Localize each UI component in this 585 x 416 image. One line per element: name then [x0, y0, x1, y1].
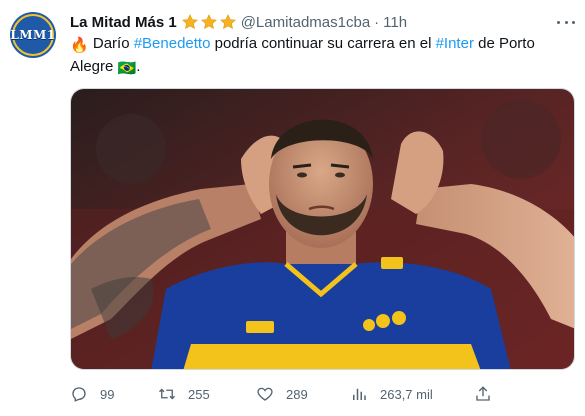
tweet-text-segment: de Porto [473, 35, 535, 52]
tweet-text-line-2: Alegre 🇧🇷. [70, 56, 570, 79]
reply-icon [72, 387, 86, 402]
tweet-actions: 99 255 289 263,7 mil [70, 384, 575, 404]
stars-badge [181, 13, 237, 31]
like-count: 289 [286, 386, 308, 402]
tweet-text-segment: . [136, 58, 141, 75]
heart-icon [257, 387, 273, 401]
fire-emoji: 🔥 [70, 37, 89, 54]
share-icon [476, 386, 490, 401]
hashtag-benedetto[interactable]: #Benedetto [134, 35, 211, 52]
reply-button[interactable]: 99 [70, 384, 114, 404]
separator-dot: · [374, 13, 380, 31]
tweet-header: La Mitad Más 1 @Lamitadmas1cba · 11h [70, 12, 407, 32]
retweet-count: 255 [188, 386, 210, 402]
tweet-text-segment: podría continuar su carrera en el [210, 35, 436, 52]
brazil-flag-emoji: 🇧🇷 [117, 60, 137, 77]
tweet-text-line-1: 🔥 Darío #Benedetto podría continuar su c… [70, 33, 570, 56]
hashtag-inter[interactable]: #Inter [436, 35, 474, 52]
star-icon [181, 14, 198, 30]
user-handle[interactable]: @Lamitadmas1cba [241, 14, 370, 31]
views-button[interactable]: 263,7 mil [350, 384, 433, 404]
retweet-button[interactable]: 255 [158, 384, 210, 404]
star-icon [219, 14, 236, 30]
views-icon [353, 388, 366, 400]
avatar-logo-text: LMM1 [10, 28, 56, 42]
more-icon[interactable] [554, 14, 578, 30]
like-button[interactable]: 289 [256, 384, 308, 404]
tweet-text-segment: Alegre [70, 58, 118, 75]
view-count: 263,7 mil [380, 386, 433, 402]
photo-illustration [71, 89, 574, 369]
tweet-card[interactable]: LMM1 La Mitad Más 1 @Lamitadmas1cba · 11… [0, 0, 585, 416]
avatar[interactable]: LMM1 [10, 12, 56, 58]
tweet-photo[interactable] [70, 88, 575, 370]
tweet-text: 🔥 Darío #Benedetto podría continuar su c… [70, 33, 570, 79]
share-button[interactable] [474, 384, 504, 404]
retweet-icon [159, 388, 175, 400]
reply-count: 99 [100, 386, 115, 402]
tweet-text-segment: Darío [88, 35, 134, 52]
display-name[interactable]: La Mitad Más 1 [70, 14, 177, 31]
timestamp[interactable]: 11h [383, 14, 407, 31]
star-icon [200, 14, 217, 30]
